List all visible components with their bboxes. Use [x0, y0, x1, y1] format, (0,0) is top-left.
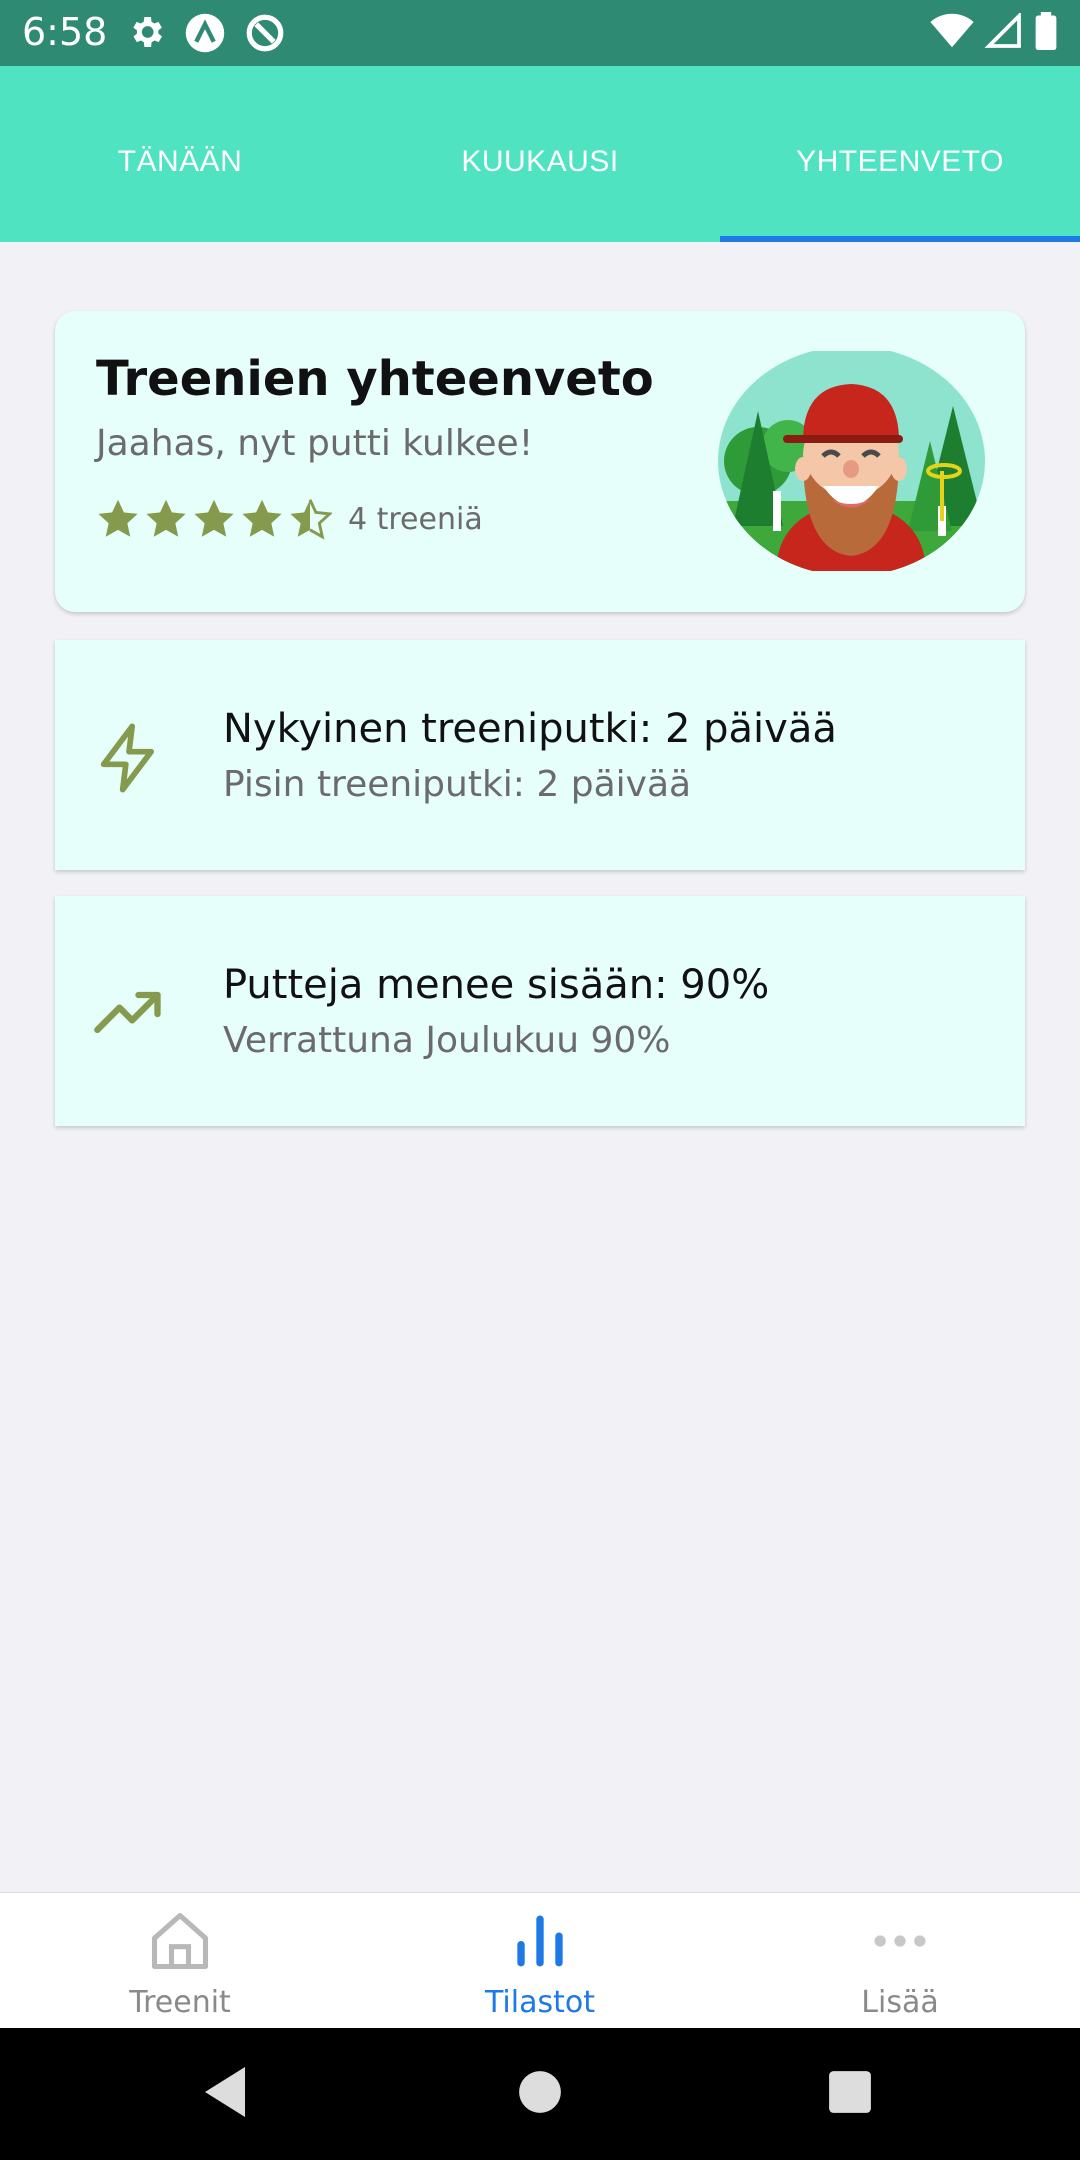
- status-time: 6:58: [22, 10, 108, 54]
- settings-gear-icon: [133, 17, 162, 47]
- battery-icon: [1035, 12, 1057, 50]
- tab-tanaan[interactable]: TÄNÄÄN: [0, 66, 360, 242]
- putting-percentage: Putteja menee sisään: 90%: [223, 962, 770, 1008]
- training-count: 4 treeniä: [348, 501, 483, 537]
- back-icon[interactable]: [200, 2064, 250, 2120]
- app-a-icon: [185, 13, 225, 53]
- rating-stars: 4 treeniä: [96, 497, 483, 541]
- star-half-icon: [290, 499, 332, 540]
- status-bar: 6:58: [0, 0, 1080, 66]
- system-nav-bar: [0, 2028, 1080, 2160]
- trending-up-icon: [94, 991, 161, 1033]
- summary-card: Treenien yhteenveto Jaahas, nyt putti ku…: [55, 311, 1025, 612]
- longest-streak: Pisin treeniputki: 2 päivää: [223, 764, 692, 805]
- star-full-icon: [194, 499, 234, 537]
- active-tab-indicator: [720, 236, 1080, 242]
- status-notification-icons: [126, 12, 286, 54]
- app-q-icon: [246, 14, 284, 52]
- nav-label-tilastot: Tilastot: [485, 1985, 595, 2020]
- star-full-icon: [98, 499, 138, 537]
- more-dots-icon: [874, 1935, 926, 1947]
- star-full-icon: [242, 499, 282, 537]
- nav-treenit[interactable]: Treenit: [0, 1893, 360, 2029]
- wifi-icon: [930, 13, 974, 48]
- putting-card: Putteja menee sisään: 90% Verrattuna Jou…: [55, 896, 1025, 1126]
- summary-title: Treenien yhteenveto: [96, 351, 654, 407]
- cell-signal-icon: [984, 13, 1021, 48]
- nav-lisaa[interactable]: Lisää: [720, 1893, 1080, 2029]
- summary-subtitle: Jaahas, nyt putti kulkee!: [96, 423, 534, 464]
- nav-label-lisaa: Lisää: [861, 1985, 939, 2020]
- home-circle-icon[interactable]: [518, 2064, 562, 2120]
- nav-label-treenit: Treenit: [129, 1985, 231, 2020]
- lightning-icon: [100, 723, 155, 793]
- nav-tilastot[interactable]: Tilastot: [360, 1893, 720, 2029]
- tab-bar: TÄNÄÄN KUUKAUSI YHTEENVETO: [0, 66, 1080, 242]
- bottom-nav: Treenit Tilastot Lisää: [0, 1892, 1080, 2028]
- current-streak: Nykyinen treeniputki: 2 päivää: [223, 706, 837, 752]
- star-full-icon: [146, 499, 186, 537]
- tab-kuukausi[interactable]: KUUKAUSI: [360, 66, 720, 242]
- status-system-icons: [930, 12, 1058, 50]
- recents-square-icon[interactable]: [828, 2064, 872, 2120]
- putting-comparison: Verrattuna Joulukuu 90%: [223, 1020, 671, 1061]
- tab-yhteenveto[interactable]: YHTEENVETO: [720, 66, 1080, 242]
- bar-chart-icon: [517, 1915, 563, 1967]
- bearded-golfer-avatar: [718, 351, 985, 571]
- home-icon: [151, 1912, 209, 1970]
- streak-card: Nykyinen treeniputki: 2 päivää Pisin tre…: [55, 640, 1025, 870]
